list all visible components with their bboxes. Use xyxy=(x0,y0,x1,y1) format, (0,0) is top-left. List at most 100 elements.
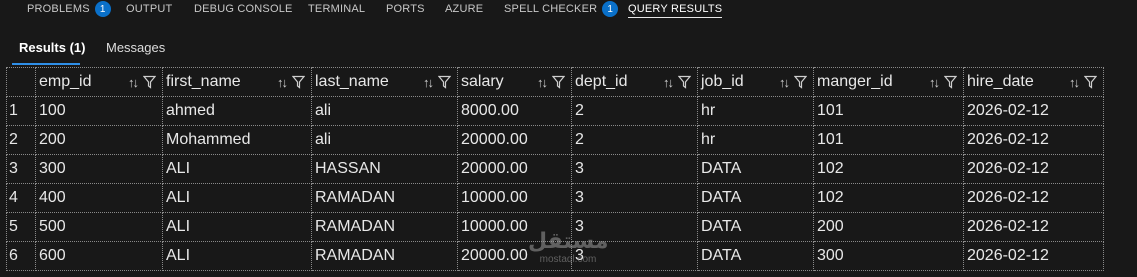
cell-hire-date[interactable]: 2026-02-12 xyxy=(963,183,1104,213)
tab-label: PORTS xyxy=(386,3,425,15)
cell-dept-id[interactable]: 3 xyxy=(571,241,698,271)
cell-manger-id[interactable]: 200 xyxy=(813,212,964,242)
tab-azure[interactable]: AZURE xyxy=(445,0,483,18)
cell-first-name[interactable]: ALI xyxy=(162,241,312,271)
filter-icon[interactable] xyxy=(552,75,565,89)
cell-hire-date[interactable]: 2026-02-12 xyxy=(963,125,1104,155)
column-name: hire_date xyxy=(967,73,1034,90)
cell-dept-id[interactable]: 3 xyxy=(571,183,698,213)
cell-manger-id[interactable]: 102 xyxy=(813,154,964,184)
cell-job-id[interactable]: DATA xyxy=(697,212,814,242)
cell-emp-id[interactable]: 400 xyxy=(35,183,163,213)
cell-first-name[interactable]: ALI xyxy=(162,183,312,213)
cell-hire-date[interactable]: 2026-02-12 xyxy=(963,154,1104,184)
column-header-last-name[interactable]: last_name ↑↓ xyxy=(311,67,458,97)
cell-salary[interactable]: 10000.00 xyxy=(457,212,572,242)
filter-icon[interactable] xyxy=(143,75,156,89)
cell-dept-id[interactable]: 2 xyxy=(571,96,698,126)
column-header-emp-id[interactable]: emp_id ↑↓ xyxy=(35,67,163,97)
filter-icon[interactable] xyxy=(438,75,451,89)
sort-icon[interactable]: ↑↓ xyxy=(537,75,548,90)
cell-job-id[interactable]: hr xyxy=(697,96,814,126)
column-header-hire-date[interactable]: hire_date ↑↓ xyxy=(963,67,1104,97)
column-name: manger_id xyxy=(817,73,893,90)
cell-first-name[interactable]: ALI xyxy=(162,212,312,242)
table-row[interactable]: 5 500 ALI RAMADAN 10000.00 3 DATA 200 20… xyxy=(6,212,1104,242)
cell-last-name[interactable]: RAMADAN xyxy=(311,241,458,271)
cell-salary[interactable]: 20000.00 xyxy=(457,154,572,184)
cell-hire-date[interactable]: 2026-02-12 xyxy=(963,241,1104,271)
cell-job-id[interactable]: DATA xyxy=(697,154,814,184)
tab-debug-console[interactable]: DEBUG CONSOLE xyxy=(194,0,293,18)
row-number: 5 xyxy=(6,212,36,242)
tab-problems[interactable]: PROBLEMS 1 xyxy=(27,0,111,18)
cell-hire-date[interactable]: 2026-02-12 xyxy=(963,212,1104,242)
filter-icon[interactable] xyxy=(794,75,807,89)
filter-icon[interactable] xyxy=(678,75,691,89)
cell-first-name[interactable]: ahmed xyxy=(162,96,312,126)
cell-dept-id[interactable]: 2 xyxy=(571,125,698,155)
cell-hire-date[interactable]: 2026-02-12 xyxy=(963,96,1104,126)
tab-spell-checker[interactable]: SPELL CHECKER 1 xyxy=(504,0,619,18)
tab-terminal[interactable]: TERMINAL xyxy=(308,0,365,18)
table-row[interactable]: 3 300 ALI HASSAN 20000.00 3 DATA 102 202… xyxy=(6,154,1104,184)
cell-dept-id[interactable]: 3 xyxy=(571,212,698,242)
filter-icon[interactable] xyxy=(944,75,957,89)
column-header-job-id[interactable]: job_id ↑↓ xyxy=(697,67,814,97)
filter-icon[interactable] xyxy=(292,75,305,89)
cell-emp-id[interactable]: 300 xyxy=(35,154,163,184)
cell-last-name[interactable]: HASSAN xyxy=(311,154,458,184)
sort-icon[interactable]: ↑↓ xyxy=(423,75,434,90)
column-name: emp_id xyxy=(39,73,92,90)
sort-icon[interactable]: ↑↓ xyxy=(929,75,940,90)
subtab-messages[interactable]: Messages xyxy=(106,40,165,55)
sort-icon[interactable]: ↑↓ xyxy=(779,75,790,90)
sort-icon[interactable]: ↑↓ xyxy=(128,75,139,90)
cell-first-name[interactable]: Mohammed xyxy=(162,125,312,155)
sort-icon[interactable]: ↑↓ xyxy=(1069,75,1080,90)
tab-label: DEBUG CONSOLE xyxy=(194,3,293,15)
column-name: job_id xyxy=(701,73,744,90)
cell-job-id[interactable]: hr xyxy=(697,125,814,155)
column-header-first-name[interactable]: first_name ↑↓ xyxy=(162,67,312,97)
table-row[interactable]: 6 600 ALI RAMADAN 20000.00 3 DATA 300 20… xyxy=(6,241,1104,271)
row-number-header xyxy=(6,67,36,97)
tab-label: PROBLEMS xyxy=(27,3,90,15)
cell-last-name[interactable]: ali xyxy=(311,125,458,155)
row-number: 6 xyxy=(6,241,36,271)
cell-job-id[interactable]: DATA xyxy=(697,241,814,271)
cell-salary[interactable]: 20000.00 xyxy=(457,241,572,271)
cell-emp-id[interactable]: 100 xyxy=(35,96,163,126)
table-row[interactable]: 4 400 ALI RAMADAN 10000.00 3 DATA 102 20… xyxy=(6,183,1104,213)
cell-manger-id[interactable]: 300 xyxy=(813,241,964,271)
filter-icon[interactable] xyxy=(1084,75,1097,89)
cell-dept-id[interactable]: 3 xyxy=(571,154,698,184)
cell-first-name[interactable]: ALI xyxy=(162,154,312,184)
cell-salary[interactable]: 10000.00 xyxy=(457,183,572,213)
active-subtab-indicator xyxy=(12,63,80,65)
cell-emp-id[interactable]: 600 xyxy=(35,241,163,271)
tab-ports[interactable]: PORTS xyxy=(386,0,425,18)
cell-last-name[interactable]: ali xyxy=(311,96,458,126)
cell-job-id[interactable]: DATA xyxy=(697,183,814,213)
cell-last-name[interactable]: RAMADAN xyxy=(311,183,458,213)
cell-manger-id[interactable]: 102 xyxy=(813,183,964,213)
cell-manger-id[interactable]: 101 xyxy=(813,125,964,155)
cell-emp-id[interactable]: 200 xyxy=(35,125,163,155)
table-row[interactable]: 1 100 ahmed ali 8000.00 2 hr 101 2026-02… xyxy=(6,96,1104,126)
sort-icon[interactable]: ↑↓ xyxy=(277,75,288,90)
cell-last-name[interactable]: RAMADAN xyxy=(311,212,458,242)
subtab-results[interactable]: Results (1) xyxy=(19,40,85,55)
cell-manger-id[interactable]: 101 xyxy=(813,96,964,126)
row-number: 3 xyxy=(6,154,36,184)
cell-emp-id[interactable]: 500 xyxy=(35,212,163,242)
tab-query-results[interactable]: QUERY RESULTS xyxy=(628,0,723,18)
column-header-salary[interactable]: salary ↑↓ xyxy=(457,67,572,97)
column-header-manger-id[interactable]: manger_id ↑↓ xyxy=(813,67,964,97)
sort-icon[interactable]: ↑↓ xyxy=(663,75,674,90)
column-header-dept-id[interactable]: dept_id ↑↓ xyxy=(571,67,698,97)
table-row[interactable]: 2 200 Mohammed ali 20000.00 2 hr 101 202… xyxy=(6,125,1104,155)
tab-output[interactable]: OUTPUT xyxy=(126,0,172,18)
cell-salary[interactable]: 8000.00 xyxy=(457,96,572,126)
cell-salary[interactable]: 20000.00 xyxy=(457,125,572,155)
